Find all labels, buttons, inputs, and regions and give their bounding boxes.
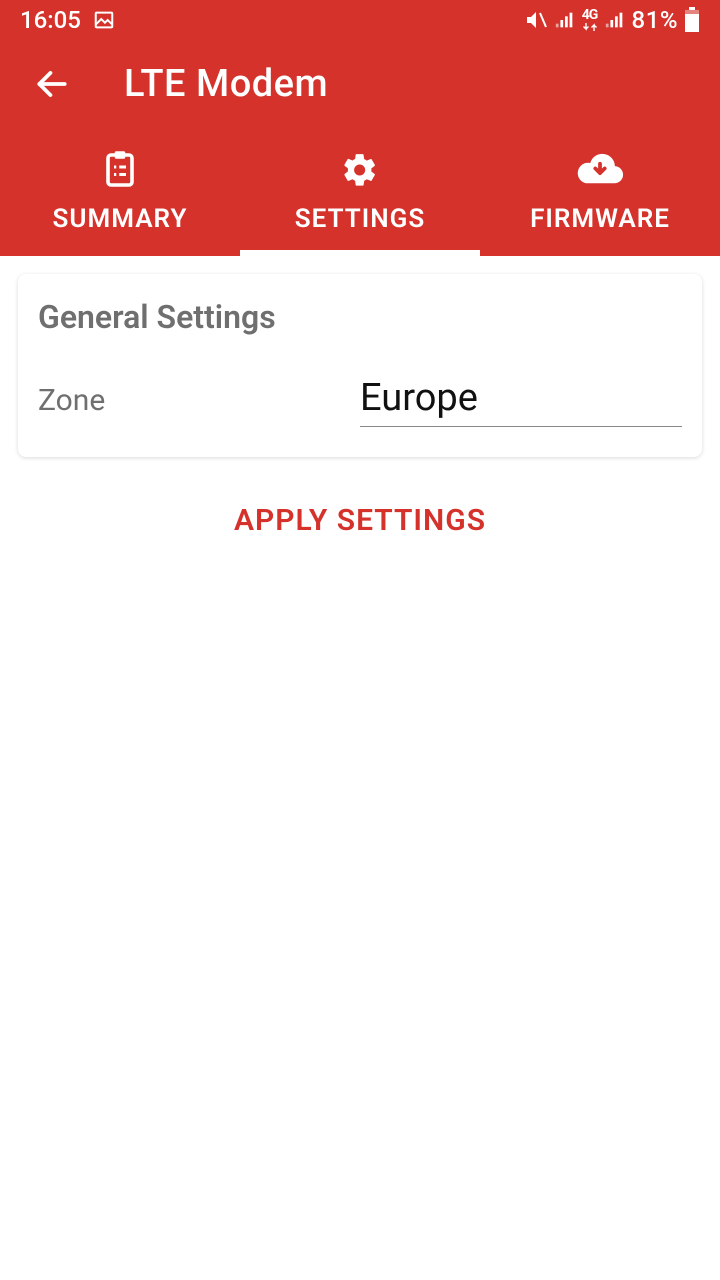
tab-label: SUMMARY bbox=[53, 204, 188, 234]
signal-icon-2 bbox=[604, 9, 626, 31]
general-settings-card: General Settings Zone Europe bbox=[18, 274, 702, 457]
gear-icon bbox=[341, 150, 379, 190]
back-button[interactable] bbox=[28, 60, 76, 108]
4g-icon: 4G bbox=[582, 8, 598, 32]
card-title: General Settings bbox=[38, 298, 682, 336]
zone-label: Zone bbox=[38, 383, 360, 418]
tab-label: SETTINGS bbox=[295, 204, 425, 234]
tab-firmware[interactable]: FIRMWARE bbox=[480, 136, 720, 256]
zone-select[interactable]: Europe bbox=[360, 376, 682, 427]
arrow-left-icon bbox=[33, 65, 71, 103]
zone-field-row: Zone Europe bbox=[38, 376, 682, 427]
battery-percent: 81% bbox=[632, 6, 678, 34]
clipboard-icon bbox=[102, 150, 138, 190]
tab-bar: SUMMARY SETTINGS FIRMWARE bbox=[0, 136, 720, 256]
content-area: General Settings Zone Europe APPLY SETTI… bbox=[0, 256, 720, 556]
app-bar: LTE Modem bbox=[0, 40, 720, 136]
vibrate-mute-icon bbox=[524, 8, 548, 32]
cloud-download-icon bbox=[575, 150, 625, 190]
app-header: 16:05 bbox=[0, 0, 720, 256]
status-bar: 16:05 bbox=[0, 0, 720, 40]
tab-settings[interactable]: SETTINGS bbox=[240, 136, 480, 256]
zone-value: Europe bbox=[360, 376, 682, 420]
status-time: 16:05 bbox=[20, 6, 81, 34]
page-title: LTE Modem bbox=[124, 62, 328, 106]
apply-settings-button[interactable]: APPLY SETTINGS bbox=[18, 503, 702, 538]
battery-icon bbox=[684, 7, 700, 33]
tab-label: FIRMWARE bbox=[530, 204, 670, 234]
signal-icon bbox=[554, 9, 576, 31]
picture-icon bbox=[93, 9, 115, 31]
tab-summary[interactable]: SUMMARY bbox=[0, 136, 240, 256]
